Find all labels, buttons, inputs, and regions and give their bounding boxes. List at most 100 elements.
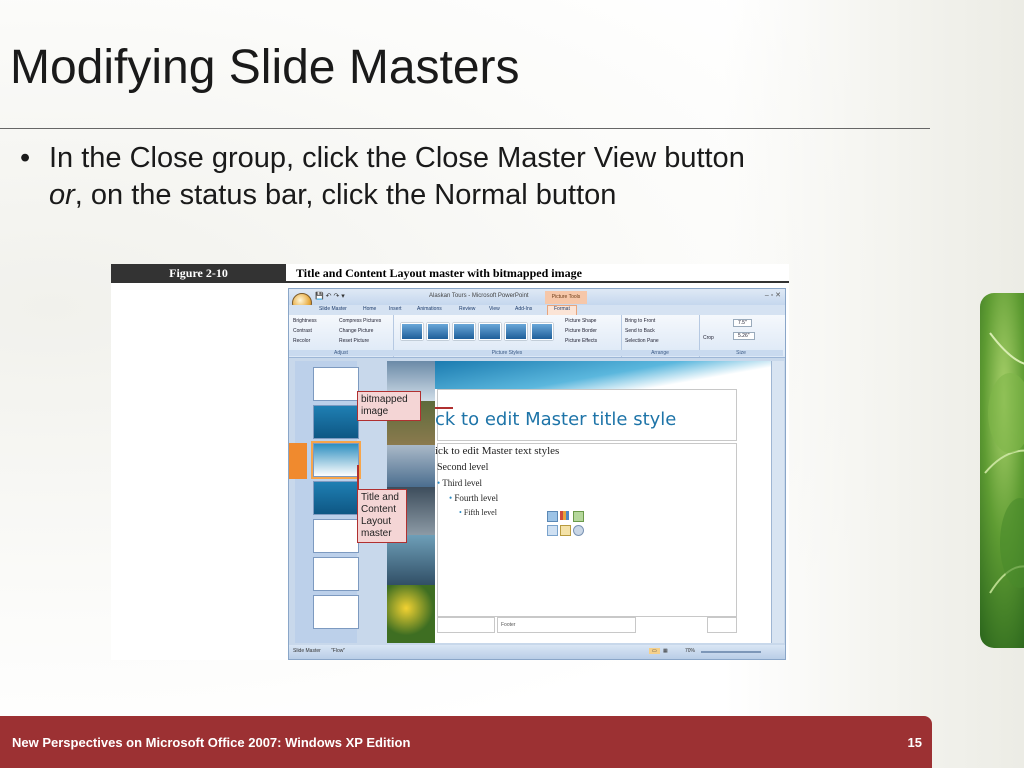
picture-shape-button[interactable]: Picture Shape — [565, 318, 596, 324]
status-bar: Slide Master "Flow" ▭ ▦ 70% — [289, 645, 785, 659]
insert-table-icon[interactable] — [547, 511, 558, 522]
zoom-level[interactable]: 70% — [685, 648, 695, 654]
bullet-text-part1: In the Close group, click the Close Mast… — [49, 142, 745, 174]
picture-style-1[interactable] — [401, 323, 423, 340]
master-text-level1: ick to edit Master text styles — [435, 445, 560, 457]
figure-caption: Title and Content Layout master with bit… — [286, 264, 789, 283]
picture-style-3[interactable] — [453, 323, 475, 340]
bitmapped-callout-pointer — [435, 407, 453, 409]
tab-animations[interactable]: Animations — [417, 306, 442, 312]
master-text-level2: Second level — [437, 462, 489, 473]
level3-label: Third level — [442, 478, 482, 488]
content-insert-icons — [547, 511, 587, 541]
picture-effects-button[interactable]: Picture Effects — [565, 338, 597, 344]
insert-smartart-icon[interactable] — [573, 511, 584, 522]
page-number: 15 — [907, 735, 922, 750]
status-theme-label: "Flow" — [331, 648, 346, 654]
picture-style-2[interactable] — [427, 323, 449, 340]
shape-width-field[interactable]: 5.26" — [733, 332, 755, 340]
mountain-photo — [387, 445, 435, 487]
picture-border-button[interactable]: Picture Border — [565, 328, 597, 334]
selected-layout-indicator — [289, 443, 307, 479]
level4-label: Fourth level — [454, 493, 499, 503]
reset-picture-button[interactable]: Reset Picture — [339, 338, 369, 344]
tab-format[interactable]: Format — [547, 305, 577, 315]
footer-bar: New Perspectives on Microsoft Office 200… — [0, 716, 932, 768]
tab-add-ins[interactable]: Add-Ins — [515, 306, 532, 312]
thumbnail-layout-1[interactable] — [313, 405, 359, 439]
window-titlebar: 💾 ↶ ↷ ▾ Alaskan Tours - Microsoft PowerP… — [289, 289, 785, 305]
slide-number-placeholder[interactable] — [707, 617, 737, 633]
change-picture-button[interactable]: Change Picture — [339, 328, 373, 334]
thumbnail-layout-3[interactable] — [313, 481, 359, 515]
ribbon-tabs: Slide Master Home Insert Animations Revi… — [289, 305, 785, 315]
size-group: Crop 7.5" 5.26" Size — [699, 315, 783, 357]
master-text-level3: • Third level — [437, 478, 482, 488]
leaf-decoration-image — [980, 293, 1024, 648]
insert-picture-icon[interactable] — [547, 525, 558, 536]
ribbon: Brightness Contrast Recolor Compress Pic… — [289, 315, 785, 358]
zoom-slider[interactable] — [701, 651, 761, 653]
date-placeholder[interactable] — [437, 617, 495, 633]
bring-to-front-button[interactable]: Bring to Front — [625, 318, 655, 324]
footer-placeholder[interactable]: Footer — [497, 617, 636, 633]
powerpoint-window: 💾 ↶ ↷ ▾ Alaskan Tours - Microsoft PowerP… — [288, 288, 786, 660]
compress-pictures-button[interactable]: Compress Pictures — [339, 318, 381, 324]
slide-thumbnail-pane — [295, 361, 359, 643]
picture-styles-group: Picture Shape Picture Border Picture Eff… — [393, 315, 622, 357]
normal-view-button[interactable]: ▭ — [649, 648, 660, 654]
title-divider — [0, 128, 930, 129]
status-view-label: Slide Master — [293, 648, 321, 654]
quick-access-toolbar[interactable]: 💾 ↶ ↷ ▾ — [315, 292, 345, 300]
tab-slide-master[interactable]: Slide Master — [319, 306, 347, 312]
recolor-button[interactable]: Recolor — [293, 338, 310, 344]
thumbnail-layout-6[interactable] — [313, 595, 359, 629]
bullet-text-or: or — [49, 179, 75, 211]
insert-media-icon[interactable] — [573, 525, 584, 536]
window-title: Alaskan Tours - Microsoft PowerPoint — [429, 293, 529, 299]
picture-style-5[interactable] — [505, 323, 527, 340]
slide-title: Modifying Slide Masters — [10, 41, 520, 94]
picture-styles-label: Picture Styles — [393, 350, 621, 356]
flowers-photo — [387, 585, 435, 643]
adjust-group: Brightness Contrast Recolor Compress Pic… — [289, 315, 394, 357]
slide-sorter-button[interactable]: ▦ — [663, 648, 668, 654]
layout-master-callout: Title and Content Layout master — [357, 489, 407, 543]
thumbnail-layout-selected[interactable] — [313, 443, 359, 477]
brightness-button[interactable]: Brightness — [293, 318, 317, 324]
vertical-scrollbar[interactable] — [771, 361, 784, 643]
picture-style-4[interactable] — [479, 323, 501, 340]
footer-placeholders: Footer — [437, 617, 737, 633]
arrange-group-label: Arrange — [621, 350, 699, 356]
crop-button[interactable]: Crop — [703, 335, 714, 341]
contrast-button[interactable]: Contrast — [293, 328, 312, 334]
tab-view[interactable]: View — [489, 306, 500, 312]
bullet-text: In the Close group, click the Close Mast… — [49, 140, 939, 214]
thumbnail-master[interactable] — [313, 367, 359, 401]
figure-header: Figure 2-10 Title and Content Layout mas… — [111, 264, 789, 283]
send-to-back-button[interactable]: Send to Back — [625, 328, 655, 334]
slide-master-canvas: ck to edit Master title style ick to edi… — [435, 361, 771, 643]
tab-home[interactable]: Home — [363, 306, 376, 312]
size-group-label: Size — [699, 350, 783, 356]
selection-pane-button[interactable]: Selection Pane — [625, 338, 659, 344]
window-controls[interactable]: – ▫ ✕ — [765, 291, 781, 299]
flow-theme-swoosh — [435, 361, 771, 389]
adjust-group-label: Adjust — [289, 350, 393, 356]
level5-label: Fifth level — [463, 508, 497, 517]
arrange-group: Bring to Front Send to Back Selection Pa… — [621, 315, 700, 357]
master-title-text: ck to edit Master title style — [435, 409, 677, 430]
insert-clipart-icon[interactable] — [560, 525, 571, 536]
thumbnail-layout-5[interactable] — [313, 557, 359, 591]
bullet-text-part2: , on the status bar, click the Normal bu… — [74, 179, 617, 211]
shape-height-field[interactable]: 7.5" — [733, 319, 752, 327]
tab-insert[interactable]: Insert — [389, 306, 402, 312]
figure-screenshot: Figure 2-10 Title and Content Layout mas… — [111, 264, 789, 660]
picture-tools-label: Picture Tools — [545, 291, 587, 304]
bitmapped-image-callout: bitmapped image — [357, 391, 421, 421]
thumbnail-layout-4[interactable] — [313, 519, 359, 553]
tab-review[interactable]: Review — [459, 306, 475, 312]
insert-chart-icon[interactable] — [560, 511, 569, 520]
picture-style-6[interactable] — [531, 323, 553, 340]
footer-text: New Perspectives on Microsoft Office 200… — [12, 735, 411, 750]
